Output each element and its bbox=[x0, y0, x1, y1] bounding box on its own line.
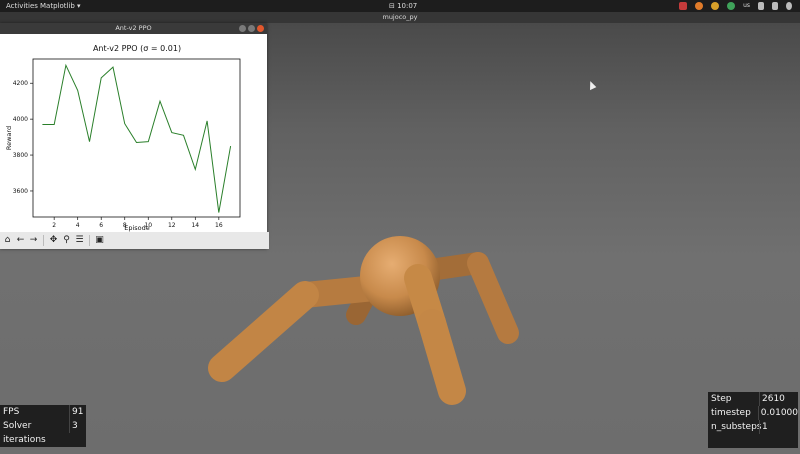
minimize-button[interactable] bbox=[239, 25, 246, 32]
y-tick-label: 3600 bbox=[13, 188, 28, 195]
plot-window-titlebar[interactable]: Ant-v2 PPO bbox=[0, 23, 267, 34]
plot-toolbar: ⌂ ← → ✥ ⚲ ☰ ▣ bbox=[0, 232, 269, 249]
volume-icon[interactable] bbox=[772, 2, 778, 10]
timestep-value: 0.01000 bbox=[757, 406, 798, 420]
reward-chart: Ant-v2 PPO (σ = 0.01) 2 4 6 8 10 12 14 16 36003… bbox=[5, 44, 241, 232]
x-tick-label: 16 bbox=[215, 222, 223, 229]
keyboard-layout[interactable]: us bbox=[743, 0, 750, 12]
plot-canvas[interactable]: Ant-v2 PPO (σ = 0.01) 2 4 6 8 10 12 14 16 3600 3… bbox=[0, 34, 267, 232]
plot-window-title: Ant-v2 PPO bbox=[115, 24, 152, 32]
stats-row: Solver iterations 3 bbox=[0, 419, 86, 445]
y-tick-label: 4200 bbox=[13, 80, 28, 87]
mujoco-window-title: mujoco_py bbox=[0, 12, 800, 23]
reward-series-line bbox=[42, 63, 232, 213]
close-button[interactable] bbox=[257, 25, 264, 32]
back-icon[interactable]: ← bbox=[15, 235, 26, 246]
step-value: 2610 bbox=[759, 392, 785, 406]
toolbar-separator bbox=[43, 235, 44, 246]
clock[interactable]: ⊟ 10:07 bbox=[389, 0, 417, 12]
stats-overlay-left: FPS 91 Solver iterations 3 bbox=[0, 405, 86, 447]
x-tick-label: 6 bbox=[99, 222, 103, 229]
pan-icon[interactable]: ✥ bbox=[48, 235, 59, 246]
x-tick-label: 2 bbox=[52, 222, 56, 229]
fps-label: FPS bbox=[3, 407, 20, 417]
stats-row: timestep 0.01000 bbox=[708, 406, 798, 420]
step-label: Step bbox=[711, 394, 732, 404]
x-axis-label: Episode bbox=[124, 224, 150, 232]
solver-iterations-label: Solver iterations bbox=[3, 421, 46, 445]
solver-iterations-value: 3 bbox=[69, 419, 78, 433]
fps-value: 91 bbox=[69, 405, 83, 419]
y-axis-label: Reward bbox=[5, 126, 13, 150]
network-icon[interactable] bbox=[758, 2, 764, 10]
forward-icon[interactable]: → bbox=[28, 235, 39, 246]
activities-button[interactable]: Activities bbox=[6, 0, 38, 12]
app-menu[interactable]: Matplotlib ▾ bbox=[40, 0, 81, 12]
y-tick-label: 4000 bbox=[13, 116, 28, 123]
toolbar-separator bbox=[89, 235, 90, 246]
configure-icon[interactable]: ☰ bbox=[74, 235, 85, 246]
y-tick-label: 3800 bbox=[13, 152, 28, 159]
stats-overlay-right: Step 2610 timestep 0.01000 n_substeps 1 bbox=[708, 392, 798, 448]
ant-leg-front-right bbox=[404, 264, 466, 405]
x-tick-label: 12 bbox=[168, 222, 176, 229]
x-tick-label: 14 bbox=[191, 222, 199, 229]
power-icon[interactable] bbox=[786, 2, 792, 10]
ant-leg-front-left bbox=[208, 275, 388, 382]
zoom-icon[interactable]: ⚲ bbox=[61, 235, 72, 246]
stats-row: n_substeps 1 bbox=[708, 420, 798, 434]
system-tray: us bbox=[679, 0, 792, 12]
chart-title: Ant-v2 PPO (σ = 0.01) bbox=[93, 44, 181, 53]
home-icon[interactable]: ⌂ bbox=[2, 235, 13, 246]
plot-window[interactable]: Ant-v2 PPO Ant-v2 PPO (σ = 0.01) 2 4 6 8 10 1… bbox=[0, 23, 269, 249]
maximize-button[interactable] bbox=[248, 25, 255, 32]
timestep-label: timestep bbox=[711, 408, 751, 418]
stats-row: FPS 91 bbox=[0, 405, 86, 419]
chrome-icon[interactable] bbox=[711, 2, 720, 10]
x-tick-label: 4 bbox=[76, 222, 80, 229]
firefox-icon[interactable] bbox=[695, 2, 704, 10]
n-substeps-label: n_substeps bbox=[711, 422, 762, 432]
camera-icon[interactable] bbox=[679, 2, 688, 10]
update-icon[interactable] bbox=[727, 2, 736, 10]
save-icon[interactable]: ▣ bbox=[94, 235, 105, 246]
n-substeps-value: 1 bbox=[759, 420, 768, 434]
system-top-bar: Activities Matplotlib ▾ ⊟ 10:07 us bbox=[0, 0, 800, 12]
stats-row: Step 2610 bbox=[708, 392, 798, 406]
